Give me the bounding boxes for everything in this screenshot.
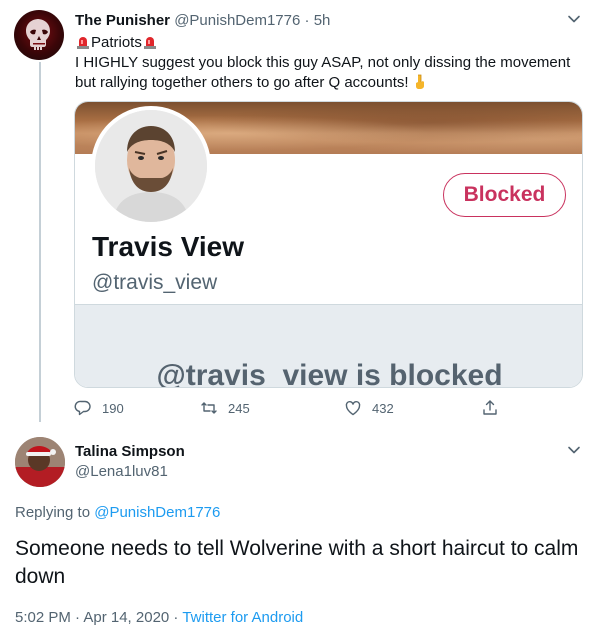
- share-action[interactable]: [481, 398, 509, 418]
- blocked-notice-area: @travis_view is blocked: [75, 304, 582, 388]
- tweet-actions: 190 245 432: [74, 398, 504, 418]
- avatar-talina[interactable]: [15, 437, 65, 487]
- tweet-text: Patriots I HIGHLY suggest you block this…: [75, 33, 575, 93]
- tweet-meta: 5:02 PM · Apr 14, 2020 · Twitter for And…: [15, 608, 303, 628]
- retweet-icon: [201, 402, 217, 414]
- reply-count: 190: [102, 400, 124, 416]
- author-handle[interactable]: @PunishDem1776: [174, 12, 300, 29]
- label-line: Patriots: [75, 33, 575, 53]
- tweet-body-text: I HIGHLY suggest you block this guy ASAP…: [75, 54, 571, 91]
- author-name[interactable]: Talina Simpson: [75, 443, 185, 461]
- replying-to-link[interactable]: @PunishDem1776: [94, 504, 220, 521]
- embedded-profile-card[interactable]: Blocked Travis View @travis_view @travis…: [74, 101, 583, 388]
- author-handle[interactable]: @Lena1luv81: [75, 463, 168, 481]
- tweet-talina[interactable]: Talina Simpson @Lena1luv81 Replying to @…: [0, 430, 598, 641]
- separator-dot: ·: [300, 12, 314, 29]
- profile-name[interactable]: Travis View: [92, 230, 244, 264]
- profile-photo-icon: [95, 110, 207, 222]
- tweet-body: I HIGHLY suggest you block this guy ASAP…: [75, 53, 575, 93]
- share-icon: [483, 400, 497, 415]
- siren-emoji-icon: [143, 35, 157, 49]
- tweet-timestamp[interactable]: 5:02 PM · Apr 14, 2020 ·: [15, 609, 182, 626]
- thread-connector-line: [39, 62, 41, 422]
- pointing-down-emoji-icon: [412, 74, 428, 90]
- user-photo-icon: [15, 437, 65, 487]
- chevron-down-icon[interactable]: [565, 10, 583, 28]
- replying-to: Replying to @PunishDem1776: [15, 503, 220, 523]
- profile-avatar[interactable]: [91, 106, 211, 226]
- tweet-punisher[interactable]: The Punisher @PunishDem1776 · 5h Patriot…: [0, 0, 598, 425]
- blocked-button[interactable]: Blocked: [443, 173, 566, 217]
- tweet-time[interactable]: 5h: [314, 12, 331, 29]
- tweet-header: The Punisher @PunishDem1776 · 5h: [75, 12, 330, 30]
- like-count: 432: [372, 400, 394, 416]
- like-action[interactable]: 432: [344, 398, 394, 418]
- retweet-action[interactable]: 245: [200, 398, 250, 418]
- retweet-count: 245: [228, 400, 250, 416]
- chevron-down-icon[interactable]: [565, 441, 583, 459]
- replying-prefix: Replying to: [15, 504, 95, 521]
- profile-handle[interactable]: @travis_view: [92, 270, 217, 296]
- label-text: Patriots: [91, 34, 142, 51]
- tweet-body: Someone needs to tell Wolverine with a s…: [15, 537, 579, 588]
- tweet-source[interactable]: Twitter for Android: [182, 609, 303, 626]
- author-name[interactable]: The Punisher: [75, 12, 170, 29]
- siren-emoji-icon: [76, 35, 90, 49]
- punisher-skull-icon: [26, 19, 50, 50]
- blocked-notice: @travis_view is blocked: [156, 359, 503, 388]
- reply-action[interactable]: 190: [74, 398, 124, 418]
- reply-icon: [74, 400, 91, 416]
- like-icon: [345, 400, 361, 416]
- avatar-punisher[interactable]: [14, 10, 64, 60]
